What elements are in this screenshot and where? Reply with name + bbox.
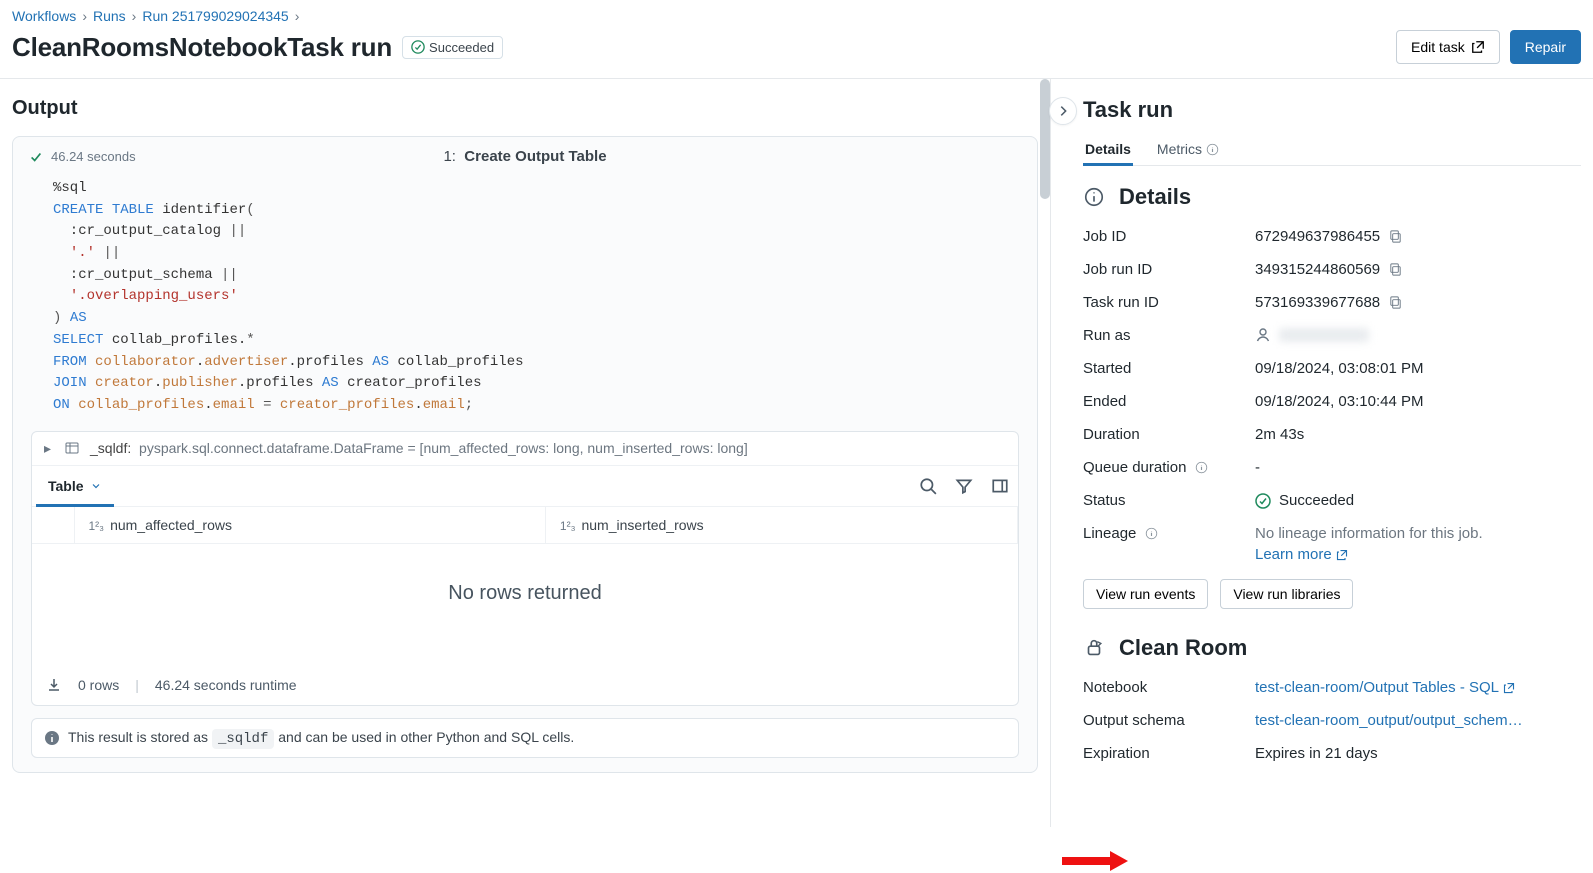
info-icon	[1195, 461, 1208, 474]
external-link-icon	[1471, 40, 1485, 54]
result-table: 1²₃num_affected_rows 1²₃num_inserted_row…	[32, 507, 1018, 544]
task-run-title: Task run	[1083, 97, 1581, 123]
expand-triangle-icon[interactable]: ▸	[44, 440, 54, 457]
repair-button[interactable]: Repair	[1510, 30, 1581, 64]
user-icon	[1255, 327, 1271, 343]
info-icon	[1206, 143, 1219, 156]
empty-state: No rows returned	[32, 544, 1018, 665]
breadcrumb-link-workflows[interactable]: Workflows	[12, 8, 76, 24]
copy-icon[interactable]	[1388, 229, 1403, 244]
runtime-label: 46.24 seconds runtime	[155, 677, 297, 693]
check-circle-icon	[1255, 493, 1271, 509]
filter-icon[interactable]	[946, 468, 982, 504]
side-panel: Task run Details Metrics Details Job ID …	[1051, 79, 1593, 827]
lineage-learn-more-link[interactable]: Learn more	[1255, 546, 1348, 563]
table-icon	[64, 440, 80, 456]
check-icon	[29, 150, 43, 164]
search-icon[interactable]	[910, 468, 946, 504]
clean-room-notebook-link[interactable]: test-clean-room/Output Tables - SQL	[1255, 679, 1515, 696]
tab-table[interactable]: Table	[32, 466, 118, 506]
chevron-right-icon	[1056, 104, 1070, 118]
breadcrumb-link-run-id[interactable]: Run 251799029024345	[142, 8, 288, 24]
result-panel: ▸ _sqldf: pyspark.sql.connect.dataframe.…	[31, 431, 1019, 706]
download-icon[interactable]	[46, 677, 62, 693]
info-icon	[44, 730, 60, 746]
sqldf-note: This result is stored as _sqldf and can …	[31, 718, 1019, 758]
output-heading: Output	[12, 97, 1038, 120]
clean-room-heading: Clean Room	[1119, 635, 1247, 661]
details-heading: Details	[1119, 184, 1191, 210]
copy-icon[interactable]	[1388, 262, 1403, 277]
breadcrumb: Workflows › Runs › Run 251799029024345 ›	[0, 0, 1593, 24]
annotation-arrow	[1060, 849, 1130, 873]
view-run-libraries-button[interactable]: View run libraries	[1220, 579, 1353, 609]
info-icon	[1083, 186, 1105, 208]
external-link-icon	[1336, 549, 1348, 561]
check-circle-icon	[411, 40, 425, 54]
breadcrumb-link-runs[interactable]: Runs	[93, 8, 126, 24]
code-block: %sql CREATE TABLE identifier( :cr_output…	[13, 176, 1037, 431]
chevron-right-icon: ›	[295, 8, 300, 24]
status-badge: Succeeded	[402, 36, 503, 59]
column-header[interactable]: 1²₃num_affected_rows	[74, 507, 545, 544]
cell-status: 46.24 seconds	[29, 149, 136, 164]
chevron-right-icon: ›	[82, 8, 87, 24]
cell-title: 1: Create Output Table	[443, 148, 606, 165]
page-title: CleanRoomsNotebookTask run	[12, 32, 392, 63]
row-count: 0 rows	[78, 677, 119, 693]
info-icon	[1145, 527, 1158, 540]
column-header[interactable]: 1²₃num_inserted_rows	[545, 507, 1017, 544]
tab-details[interactable]: Details	[1083, 133, 1133, 165]
chevron-right-icon: ›	[132, 8, 137, 24]
page-header: CleanRoomsNotebookTask run Succeeded Edi…	[0, 24, 1593, 79]
external-link-icon	[1503, 682, 1515, 694]
redacted-user	[1279, 328, 1369, 342]
copy-icon[interactable]	[1388, 295, 1403, 310]
panel-toggle-icon[interactable]	[982, 468, 1018, 504]
clean-room-schema-link[interactable]: test-clean-room_output/output_schema_…	[1255, 712, 1525, 729]
edit-task-button[interactable]: Edit task	[1396, 30, 1500, 64]
notebook-cell: 46.24 seconds 1: Create Output Table %sq…	[12, 136, 1038, 773]
tab-metrics[interactable]: Metrics	[1155, 133, 1221, 165]
lock-shield-icon	[1083, 637, 1105, 659]
view-run-events-button[interactable]: View run events	[1083, 579, 1208, 609]
collapse-panel-button[interactable]	[1049, 97, 1077, 125]
chevron-down-icon	[90, 480, 102, 492]
sqldf-label: _sqldf: pyspark.sql.connect.dataframe.Da…	[90, 440, 748, 456]
